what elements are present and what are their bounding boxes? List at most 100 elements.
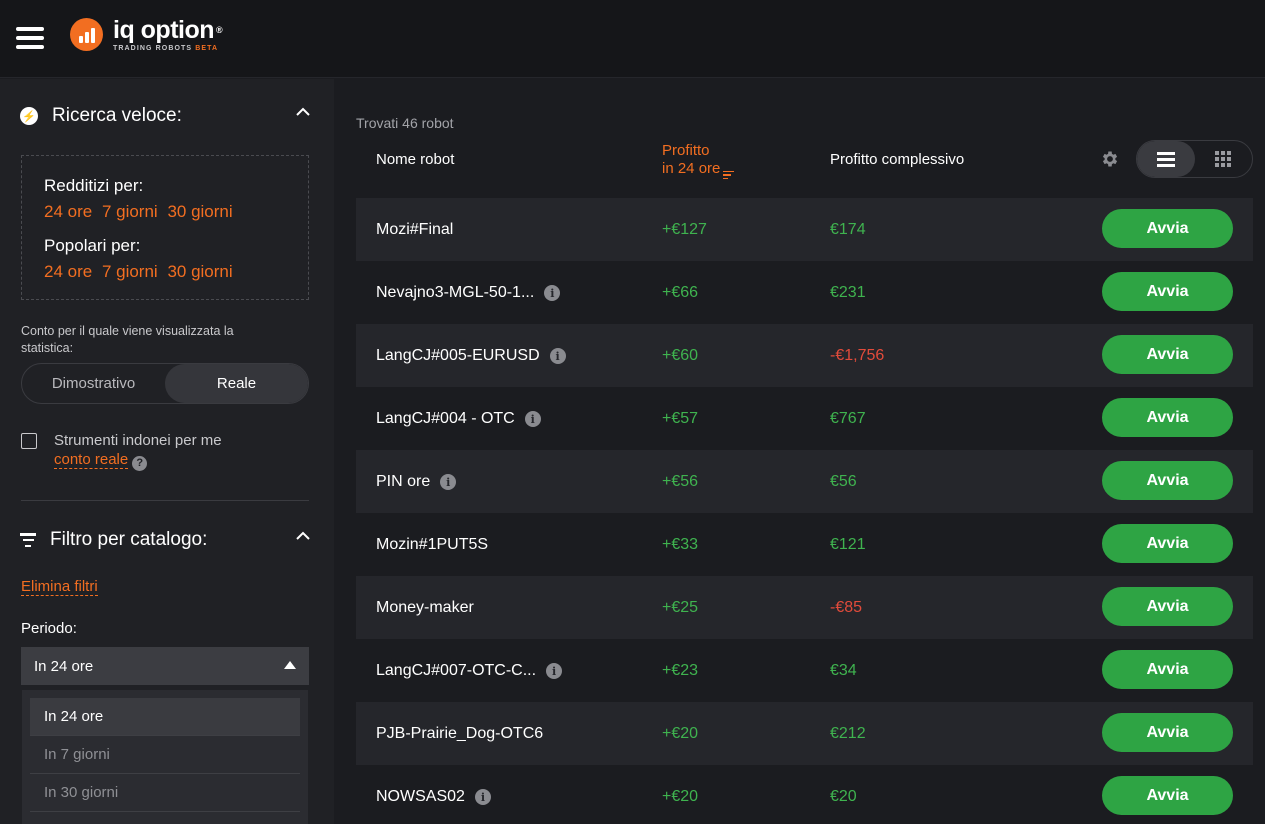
start-button[interactable]: Avvia xyxy=(1102,650,1233,689)
period-option-30d[interactable]: In 30 giorni xyxy=(30,774,300,812)
demo-account-option[interactable]: Dimostrativo xyxy=(22,364,165,403)
gear-icon[interactable] xyxy=(1100,149,1120,169)
start-button[interactable]: Avvia xyxy=(1102,524,1233,563)
profit-total: €20 xyxy=(830,788,857,805)
robot-name[interactable]: NOWSAS02 i xyxy=(376,788,491,806)
results-count: Trovati 46 robot xyxy=(356,115,454,131)
profit-total: -€85 xyxy=(830,599,863,616)
profit-24h: +€25 xyxy=(662,599,699,616)
real-account-option[interactable]: Reale xyxy=(165,364,308,403)
profitable-label: Redditizi per: xyxy=(44,176,144,195)
column-profit24-line1: Profitto xyxy=(662,142,710,159)
logo[interactable]: iq option ® TRADING ROBOTS BETA xyxy=(70,16,223,52)
real-account-link[interactable]: conto reale xyxy=(54,451,129,469)
robot-name[interactable]: LangCJ#004 - OTC i xyxy=(376,410,541,428)
divider xyxy=(21,500,309,501)
info-icon[interactable]: i xyxy=(440,474,457,490)
clear-filters-link[interactable]: Elimina filtri xyxy=(21,578,98,596)
popular-links: 24 ore 7 giorni 30 giorni xyxy=(44,262,286,282)
sort-desc-icon xyxy=(723,170,735,179)
chevron-up-icon[interactable] xyxy=(296,531,310,540)
robot-name-text: PJB-Prairie_Dog-OTC6 xyxy=(376,725,544,742)
start-button[interactable]: Avvia xyxy=(1102,587,1233,626)
profit-24h: +€66 xyxy=(662,284,699,301)
start-button[interactable]: Avvia xyxy=(1102,776,1233,815)
start-button[interactable]: Avvia xyxy=(1102,209,1233,248)
list-view-button[interactable] xyxy=(1137,141,1195,177)
profitable-7d-link[interactable]: 7 giorni xyxy=(102,202,158,221)
profitable-30d-link[interactable]: 30 giorni xyxy=(167,202,232,221)
robot-name[interactable]: PIN ore i xyxy=(376,473,457,491)
robot-name[interactable]: LangCJ#005-EURUSD i xyxy=(376,347,566,365)
start-button[interactable]: Avvia xyxy=(1102,461,1233,500)
robot-row[interactable]: Mozi#Final +€127 €174 Avvia xyxy=(356,198,1253,261)
info-icon[interactable]: i xyxy=(474,789,491,805)
robot-name[interactable]: Mozi#Final xyxy=(376,221,453,239)
robot-row[interactable]: LangCJ#004 - OTC i +€57 €767 Avvia xyxy=(356,387,1253,450)
grid-view-button[interactable] xyxy=(1195,141,1253,177)
robot-name-text: Mozi#Final xyxy=(376,221,454,238)
start-button[interactable]: Avvia xyxy=(1102,713,1233,752)
popular-24h-link[interactable]: 24 ore xyxy=(44,262,92,281)
robot-row[interactable]: NOWSAS02 i +€20 €20 Avvia xyxy=(356,765,1253,824)
start-button[interactable]: Avvia xyxy=(1102,335,1233,374)
profit-24h: +€57 xyxy=(662,410,699,427)
start-button[interactable]: Avvia xyxy=(1102,398,1233,437)
start-button[interactable]: Avvia xyxy=(1102,272,1233,311)
triangle-up-icon xyxy=(284,661,296,669)
menu-icon[interactable] xyxy=(16,27,44,49)
logo-name: iq option ® xyxy=(113,16,223,44)
logo-tagline: TRADING ROBOTS BETA xyxy=(113,45,219,52)
sidebar: ⚡ Ricerca veloce: Redditizi per: 24 ore … xyxy=(0,79,334,824)
period-option-24h[interactable]: In 24 ore xyxy=(30,698,300,736)
period-option-7d[interactable]: In 7 giorni xyxy=(30,736,300,774)
profit-total: €121 xyxy=(830,536,866,553)
logo-icon xyxy=(70,18,103,51)
column-total-header[interactable]: Profitto complessivo xyxy=(830,151,964,168)
account-toggle: Dimostrativo Reale xyxy=(21,363,309,404)
quick-search-header[interactable]: ⚡ Ricerca veloce: xyxy=(20,105,312,127)
profit-total: €174 xyxy=(830,221,866,238)
popular-30d-link[interactable]: 30 giorni xyxy=(167,262,232,281)
profitable-24h-link[interactable]: 24 ore xyxy=(44,202,92,221)
robot-name[interactable]: PJB-Prairie_Dog-OTC6 xyxy=(376,725,543,743)
profit-24h: +€23 xyxy=(662,662,699,679)
profit-total: -€1,756 xyxy=(830,347,885,364)
robot-name[interactable]: Money-maker xyxy=(376,599,474,617)
popular-7d-link[interactable]: 7 giorni xyxy=(102,262,158,281)
robot-name[interactable]: LangCJ#007-OTC-C... i xyxy=(376,662,563,680)
suitable-instruments-checkbox[interactable] xyxy=(21,433,37,449)
list-icon xyxy=(1156,151,1175,167)
chevron-up-icon[interactable] xyxy=(296,107,310,116)
profit-total: €231 xyxy=(830,284,866,301)
robot-name[interactable]: Mozin#1PUT5S xyxy=(376,536,488,554)
account-label: Conto per il quale viene visualizzata la… xyxy=(21,324,234,355)
robot-row[interactable]: PIN ore i +€56 €56 Avvia xyxy=(356,450,1253,513)
robot-name-text: PIN ore xyxy=(376,473,431,490)
grid-icon xyxy=(1215,151,1232,167)
info-icon[interactable]: i xyxy=(546,663,563,679)
view-toggle xyxy=(1136,140,1253,178)
info-icon[interactable]: i xyxy=(524,411,541,427)
profit-24h: +€60 xyxy=(662,347,699,364)
robot-row[interactable]: Money-maker +€25 -€85 Avvia xyxy=(356,576,1253,639)
column-profit24-header[interactable]: Profitto in 24 ore xyxy=(662,142,735,179)
quick-search-title: Ricerca veloce: xyxy=(52,105,182,126)
robot-row[interactable]: Mozin#1PUT5S +€33 €121 Avvia xyxy=(356,513,1253,576)
info-icon[interactable]: i xyxy=(544,285,561,301)
robot-row[interactable]: Nevajno3-MGL-50-1... i +€66 €231 Avvia xyxy=(356,261,1253,324)
profit-24h: +€56 xyxy=(662,473,699,490)
info-icon[interactable]: i xyxy=(549,348,566,364)
help-icon[interactable]: ? xyxy=(132,456,148,471)
robot-name-text: Nevajno3-MGL-50-1... xyxy=(376,284,535,301)
column-name-header[interactable]: Nome robot xyxy=(376,151,454,168)
robot-row[interactable]: PJB-Prairie_Dog-OTC6 +€20 €212 Avvia xyxy=(356,702,1253,765)
robot-row[interactable]: LangCJ#007-OTC-C... i +€23 €34 Avvia xyxy=(356,639,1253,702)
robot-row[interactable]: LangCJ#005-EURUSD i +€60 -€1,756 Avvia xyxy=(356,324,1253,387)
robot-name[interactable]: Nevajno3-MGL-50-1... i xyxy=(376,284,561,302)
profit-24h: +€20 xyxy=(662,725,699,742)
catalog-filter-header[interactable]: Filtro per catalogo: xyxy=(20,529,312,551)
robot-name-text: Money-maker xyxy=(376,599,474,616)
quick-search-box: Redditizi per: 24 ore 7 giorni 30 giorni… xyxy=(21,155,309,300)
period-select[interactable]: In 24 ore xyxy=(21,647,309,685)
